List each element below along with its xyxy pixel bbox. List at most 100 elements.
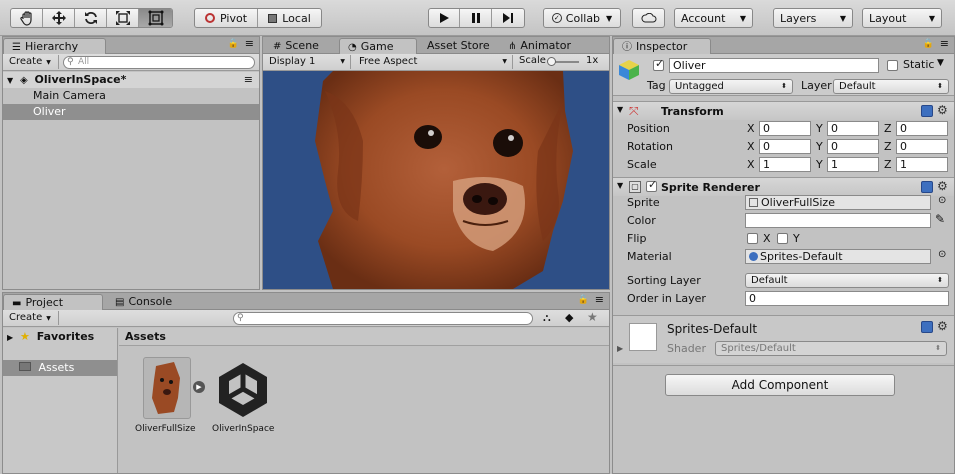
aspect-dropdown[interactable]: Free Aspect ▼ xyxy=(353,55,513,69)
scale-x-label: X xyxy=(747,158,755,171)
tab-project[interactable]: ▬ Project xyxy=(3,294,103,310)
position-x-field[interactable]: 0 xyxy=(759,121,811,136)
order-in-layer-field[interactable]: 0 xyxy=(745,291,949,306)
menu-icon[interactable]: ≡ xyxy=(245,37,254,50)
hierarchy-search-input[interactable]: ⚲ All xyxy=(63,56,255,69)
sprite-renderer-header[interactable]: ▼ ▢ Sprite Renderer ⚙ xyxy=(613,177,954,196)
material-field[interactable]: Sprites-Default xyxy=(745,249,931,264)
asset-oliverfullsize-thumb[interactable] xyxy=(143,357,191,419)
tab-animator[interactable]: ⋔ Animator xyxy=(500,38,579,54)
color-field[interactable] xyxy=(745,213,931,228)
pivot-button[interactable]: Pivot xyxy=(195,9,259,27)
game-viewport[interactable] xyxy=(263,71,609,289)
scale-x-field[interactable]: 1 xyxy=(759,157,811,172)
flip-y-checkbox[interactable] xyxy=(777,233,788,244)
hand-tool-icon[interactable] xyxy=(11,9,43,27)
menu-icon[interactable]: ≡ xyxy=(595,293,604,306)
transform-header[interactable]: ▼ ⤧ Transform ⚙ xyxy=(613,101,954,120)
account-dropdown[interactable]: Account ▼ xyxy=(674,8,753,28)
tag-dropdown[interactable]: Untagged ⬍ xyxy=(669,79,793,94)
layers-dropdown[interactable]: Layers ▼ xyxy=(773,8,853,28)
position-z-label: Z xyxy=(884,122,892,135)
scale-tool-icon[interactable] xyxy=(107,9,139,27)
scene-header[interactable]: ▼ ◈ OliverInSpace* ≡ xyxy=(3,72,259,88)
game-panel: # Scene ◔ Game Asset Store ⋔ Animator Displ… xyxy=(262,36,610,290)
star-icon[interactable]: ★ xyxy=(587,310,598,324)
tab-inspector[interactable]: ⓘ Inspector xyxy=(613,38,711,54)
expand-sprite-icon[interactable]: ▶ xyxy=(193,381,205,393)
help-book-icon[interactable] xyxy=(921,321,933,333)
aspect-label: Free Aspect xyxy=(359,56,418,67)
rect-tool-icon[interactable] xyxy=(139,9,172,27)
favorites-item[interactable]: ▶ ★ Favorites xyxy=(3,329,117,345)
lock-icon[interactable]: 🔒 xyxy=(578,295,589,305)
add-component-button[interactable]: Add Component xyxy=(665,374,895,396)
rotation-y-field[interactable]: 0 xyxy=(827,139,879,154)
rotation-label: Rotation xyxy=(627,140,674,153)
display-dropdown[interactable]: Display 1 ▼ xyxy=(263,55,351,69)
tab-game[interactable]: ◔ Game xyxy=(339,38,417,54)
lock-icon[interactable]: 🔒 xyxy=(228,39,239,49)
layer-dropdown[interactable]: Default ⬍ xyxy=(833,79,949,94)
pause-icon[interactable] xyxy=(460,9,492,27)
eyedropper-icon[interactable]: ✎ xyxy=(935,212,945,226)
lock-icon[interactable]: 🔒 xyxy=(923,39,934,49)
object-picker-icon[interactable]: ⊙ xyxy=(938,249,946,260)
move-tool-icon[interactable] xyxy=(43,9,75,27)
hierarchy-create-button[interactable]: Create ▼ xyxy=(3,55,59,69)
tab-asset-store[interactable]: Asset Store xyxy=(419,38,498,54)
hierarchy-item-main-camera[interactable]: Main Camera xyxy=(3,88,259,104)
hierarchy-item-oliver[interactable]: Oliver xyxy=(3,104,259,120)
active-checkbox[interactable] xyxy=(653,57,664,71)
position-y-field[interactable]: 0 xyxy=(827,121,879,136)
flip-x-checkbox[interactable] xyxy=(747,233,758,244)
gear-icon[interactable]: ⚙ xyxy=(937,179,948,193)
play-icon[interactable] xyxy=(429,9,461,27)
tag-icon[interactable]: ◆ xyxy=(565,311,573,324)
hierarchy-item-label: Main Camera xyxy=(33,89,106,102)
tab-scene[interactable]: # Scene xyxy=(265,38,327,54)
help-book-icon[interactable] xyxy=(921,181,933,193)
help-book-icon[interactable] xyxy=(921,105,933,117)
shader-dropdown[interactable]: Sprites/Default ⬍ xyxy=(715,341,947,356)
tab-hierarchy[interactable]: ☰ Hierarchy xyxy=(3,38,106,54)
assets-folder-item[interactable]: Assets xyxy=(3,360,117,376)
scale-y-field[interactable]: 1 xyxy=(827,157,879,172)
chevron-down-icon[interactable]: ▼ xyxy=(937,58,944,68)
rotate-tool-icon[interactable] xyxy=(75,9,107,27)
inspector-tab-label: Inspector xyxy=(636,40,688,53)
position-z-field[interactable]: 0 xyxy=(896,121,948,136)
static-checkbox[interactable] xyxy=(887,60,898,71)
rotation-z-label: Z xyxy=(884,140,892,153)
menu-icon[interactable]: ≡ xyxy=(940,37,949,50)
rotation-x-field[interactable]: 0 xyxy=(759,139,811,154)
tab-console[interactable]: ▤ Console xyxy=(107,294,180,310)
object-name-field[interactable]: Oliver xyxy=(669,58,879,73)
gear-icon[interactable]: ⚙ xyxy=(937,319,948,333)
sprite-field[interactable]: OliverFullSize xyxy=(745,195,931,210)
sprite-renderer-enabled-checkbox[interactable] xyxy=(646,178,657,192)
sorting-layer-dropdown[interactable]: Default ⬍ xyxy=(745,273,949,288)
menu-icon[interactable]: ≡ xyxy=(244,72,253,88)
asset-oliverinspace-thumb[interactable] xyxy=(213,359,273,419)
collab-button[interactable]: ✓ Collab ▼ xyxy=(543,8,621,28)
cloud-button[interactable] xyxy=(632,8,665,28)
filter-type-icon[interactable]: ⛬ xyxy=(543,311,551,325)
expand-arrow-icon[interactable]: ▶ xyxy=(617,344,623,353)
inspector-panel: ⓘ Inspector 🔒 ≡ Oliver Static ▼ Tag Untag… xyxy=(612,36,955,474)
unity-scene-icon: ◈ xyxy=(20,75,28,86)
create-label: Create xyxy=(9,312,43,323)
layout-dropdown[interactable]: Layout ▼ xyxy=(862,8,942,28)
gear-icon[interactable]: ⚙ xyxy=(937,103,948,117)
scale-z-field[interactable]: 1 xyxy=(896,157,948,172)
step-icon[interactable] xyxy=(492,9,524,27)
project-tabbar: ▬ Project ▤ Console 🔒 ≡ xyxy=(3,293,609,310)
local-button[interactable]: Local xyxy=(258,9,321,27)
tab-animator-label: Animator xyxy=(520,39,571,52)
scale-slider-thumb[interactable] xyxy=(547,57,556,66)
project-search-input[interactable]: ⚲ xyxy=(233,312,533,325)
object-picker-icon[interactable]: ⊙ xyxy=(938,195,946,206)
project-create-button[interactable]: Create ▼ xyxy=(3,311,59,325)
rotation-z-field[interactable]: 0 xyxy=(896,139,948,154)
chevron-down-icon: ▼ xyxy=(46,59,51,66)
